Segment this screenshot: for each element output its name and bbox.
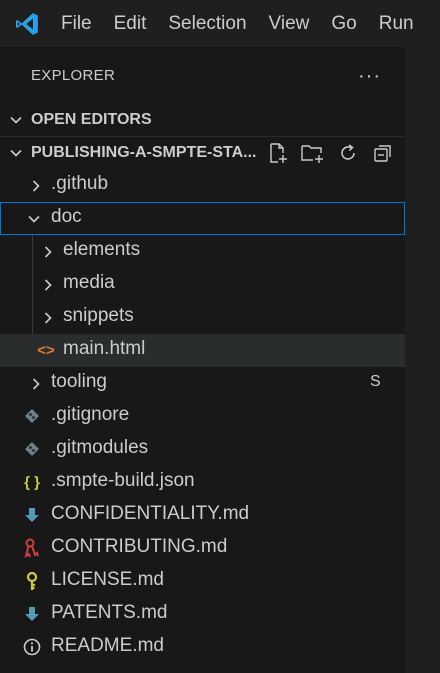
menu-go[interactable]: Go (320, 0, 367, 47)
refresh-icon[interactable] (335, 142, 361, 164)
chevron-down-icon (10, 116, 22, 124)
tree-item-label: .gitmodules (51, 437, 149, 458)
vscode-logo-icon[interactable] (14, 11, 40, 37)
tree-item-label: .github (51, 173, 109, 194)
info-icon (22, 637, 42, 657)
contributing-icon (22, 538, 42, 558)
tree-item-label: CONTRIBUTING.md (51, 536, 228, 557)
explorer-sidebar: EXPLORER ··· OPEN EDITORS PUBLISHING-A-S… (0, 47, 405, 673)
tree-item-label: tooling (51, 371, 107, 392)
tree-item-patents[interactable]: PATENTS.md (0, 598, 405, 631)
chevron-right-icon (44, 312, 52, 324)
tree-item-main-html[interactable]: <> main.html (0, 334, 405, 367)
explorer-header: EXPLORER ··· (0, 47, 405, 104)
tree-item-tooling[interactable]: tooling S (0, 367, 405, 400)
project-name: PUBLISHING-A-SMPTE-STA... (31, 144, 257, 161)
chevron-down-icon (10, 149, 22, 157)
tree-item-doc[interactable]: doc (0, 202, 405, 235)
project-actions (265, 142, 405, 164)
tree-item-label: main.html (63, 338, 146, 359)
new-file-icon[interactable] (265, 142, 291, 164)
open-editors-label: OPEN EDITORS (31, 111, 152, 128)
git-file-icon (22, 439, 42, 459)
new-folder-icon[interactable] (300, 142, 326, 164)
tree-item-github[interactable]: .github (0, 169, 405, 202)
tree-item-label: CONFIDENTIALITY.md (51, 503, 250, 524)
title-bar: File Edit Selection View Go Run (0, 0, 440, 47)
markdown-download-icon (22, 604, 42, 624)
chevron-right-icon (32, 378, 40, 390)
markdown-download-icon (22, 505, 42, 525)
tree-item-label: media (63, 272, 115, 293)
license-icon (22, 571, 42, 591)
tree-item-confidentiality[interactable]: CONFIDENTIALITY.md (0, 499, 405, 532)
editor-area-edge (405, 47, 440, 673)
tree-item-label: snippets (63, 305, 134, 326)
tree-item-label: elements (63, 239, 141, 260)
tree-item-label: PATENTS.md (51, 602, 168, 623)
more-actions-icon[interactable]: ··· (358, 66, 381, 86)
menu-view[interactable]: View (258, 0, 321, 47)
open-editors-section[interactable]: OPEN EDITORS (0, 104, 405, 136)
tree-item-readme[interactable]: README.md (0, 631, 405, 664)
chevron-right-icon (44, 279, 52, 291)
explorer-title: EXPLORER (31, 67, 116, 84)
tree-item-label: README.md (51, 635, 164, 656)
menu-run[interactable]: Run (368, 0, 425, 47)
tree-item-label: LICENSE.md (51, 569, 164, 590)
tree-item-gitmodules[interactable]: .gitmodules (0, 433, 405, 466)
chevron-down-icon (28, 215, 40, 223)
tree-item-label: doc (51, 206, 82, 227)
git-status-badge: S (370, 373, 381, 390)
file-tree: .github doc elements media snippets <> m… (0, 169, 405, 664)
tree-item-license[interactable]: LICENSE.md (0, 565, 405, 598)
git-file-icon (22, 406, 42, 426)
tree-item-gitignore[interactable]: .gitignore (0, 400, 405, 433)
tree-item-label: .gitignore (51, 404, 130, 425)
tree-item-media[interactable]: media (0, 268, 405, 301)
project-section[interactable]: PUBLISHING-A-SMPTE-STA... (0, 136, 405, 169)
collapse-all-icon[interactable] (370, 142, 396, 164)
tree-item-snippets[interactable]: snippets (0, 301, 405, 334)
tree-item-contributing[interactable]: CONTRIBUTING.md (0, 532, 405, 565)
tree-item-label: .smpte-build.json (51, 470, 195, 491)
json-file-icon: { } (24, 473, 40, 491)
tree-item-smpte-build[interactable]: { } .smpte-build.json (0, 466, 405, 499)
chevron-right-icon (32, 180, 40, 192)
menu-edit[interactable]: Edit (103, 0, 158, 47)
menu-selection[interactable]: Selection (157, 0, 257, 47)
chevron-right-icon (44, 246, 52, 258)
tree-item-elements[interactable]: elements (0, 235, 405, 268)
menu-file[interactable]: File (50, 0, 103, 47)
html-file-icon: <> (37, 341, 55, 359)
